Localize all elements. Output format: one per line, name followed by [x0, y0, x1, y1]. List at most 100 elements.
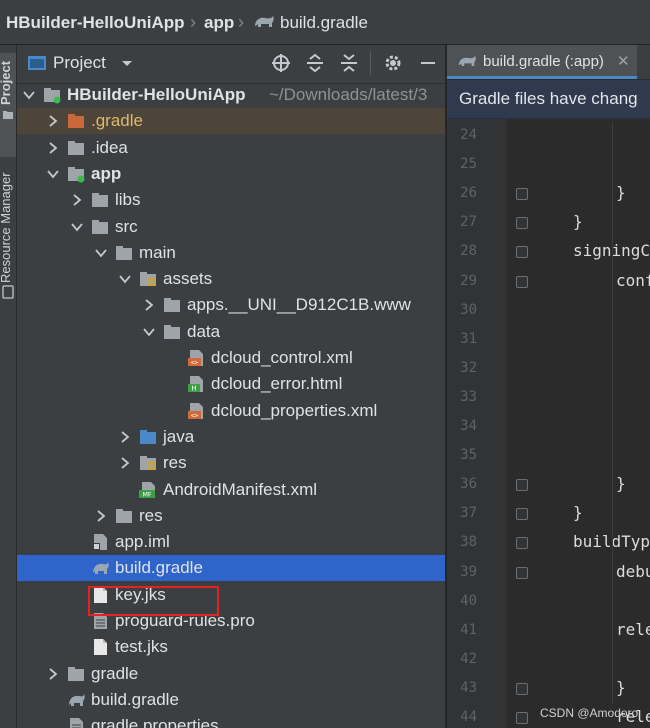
breadcrumb-project[interactable]: HBuilder-HelloUniApp	[6, 0, 185, 44]
panel-title[interactable]: Project	[53, 45, 106, 81]
tree-item[interactable]: proguard-rules.pro	[17, 608, 445, 634]
tree-item[interactable]: <> dcloud_properties.xml	[17, 398, 445, 424]
code-line: rele	[616, 619, 650, 639]
tree-item[interactable]: assets	[17, 266, 445, 292]
line-number: 33	[460, 388, 477, 405]
tree-item-label: app	[91, 163, 122, 183]
code-line: }	[616, 183, 626, 203]
project-tool-label[interactable]: Project	[0, 61, 13, 105]
tree-item[interactable]: gradle.properties	[17, 713, 445, 728]
tree-item[interactable]: data	[17, 319, 445, 345]
tree-item[interactable]: java	[17, 424, 445, 450]
chevron-right-icon[interactable]	[47, 667, 59, 680]
tree-item[interactable]: main	[17, 240, 445, 266]
tree-item[interactable]: .idea	[17, 135, 445, 161]
tree-item[interactable]: res	[17, 503, 445, 529]
code-line: }	[573, 503, 583, 523]
tab-build-gradle[interactable]: build.gradle (:app) ✕	[447, 45, 637, 79]
breadcrumb-file[interactable]: build.gradle	[280, 0, 368, 44]
file-icon	[94, 639, 107, 656]
locate-icon[interactable]	[271, 53, 291, 73]
tree-item[interactable]: key.jks	[17, 582, 445, 608]
tab-label: build.gradle (:app)	[483, 53, 604, 70]
line-number: 43	[460, 679, 477, 696]
chevron-down-icon[interactable]	[71, 221, 83, 233]
tree-item[interactable]: build.gradle	[17, 555, 445, 582]
tree-item[interactable]: HBuilder-HelloUniApp ~/Downloads/latest/3	[17, 82, 445, 108]
gradle-icon	[69, 693, 85, 706]
line-number: 39	[460, 563, 477, 580]
line-number: 31	[460, 330, 477, 347]
code-line: conf	[616, 270, 650, 290]
tool-window-strip: Project Resource Manager	[0, 45, 17, 728]
chevron-down-icon[interactable]	[121, 60, 133, 68]
chevron-right-icon[interactable]	[143, 299, 155, 312]
collapse-all-icon[interactable]	[339, 53, 359, 73]
tree-item-label: main	[139, 242, 176, 262]
fold-marker-icon[interactable]	[516, 712, 528, 724]
tree-item[interactable]: app.iml	[17, 529, 445, 555]
fold-marker-icon[interactable]	[516, 479, 528, 492]
fold-marker-icon[interactable]	[516, 508, 528, 521]
minimize-icon[interactable]	[418, 53, 438, 73]
tree-item[interactable]: .gradle	[17, 108, 445, 135]
fold-marker-icon[interactable]	[516, 217, 528, 230]
tree-item-label: app.iml	[115, 532, 170, 552]
line-number: 44	[460, 709, 477, 725]
chevron-down-icon[interactable]	[143, 326, 155, 338]
line-number: 30	[460, 301, 477, 318]
tree-item[interactable]: libs	[17, 187, 445, 213]
chevron-down-icon[interactable]	[95, 247, 107, 259]
tree-item[interactable]: gradle	[17, 661, 445, 687]
tree-item-label: .gradle	[91, 111, 143, 131]
chevron-right-icon[interactable]	[119, 431, 131, 443]
chevron-down-icon[interactable]	[47, 168, 59, 180]
tree-item-label: build.gradle	[115, 558, 203, 578]
project-panel: Project HBuilder-HelloUniApp ~/Downloads/…	[17, 45, 445, 728]
tree-item[interactable]: app	[17, 161, 445, 187]
editor-tab-bar: build.gradle (:app) ✕	[447, 45, 650, 80]
tree-item[interactable]: <> dcloud_control.xml	[17, 345, 445, 371]
chevron-right-icon[interactable]	[119, 457, 131, 469]
tree-item[interactable]: apps.__UNI__D912C1B.www	[17, 292, 445, 318]
tree-item-label: assets	[163, 269, 213, 289]
tree-item[interactable]: build.gradle	[17, 687, 445, 713]
fold-marker-icon[interactable]	[516, 275, 528, 288]
chevron-down-icon[interactable]	[23, 89, 35, 101]
project-window-icon	[28, 56, 46, 70]
chevron-right-icon[interactable]	[71, 194, 83, 206]
fold-marker-icon[interactable]	[516, 537, 528, 550]
tree-item-label: res	[139, 505, 163, 525]
source-folder-icon	[140, 429, 156, 444]
module-folder-icon	[44, 88, 61, 104]
tree-item-label: HBuilder-HelloUniApp	[67, 85, 246, 104]
chevron-right-icon[interactable]	[47, 115, 59, 127]
close-icon[interactable]: ✕	[617, 45, 630, 78]
fold-marker-icon[interactable]	[516, 188, 528, 201]
line-number: 37	[460, 505, 477, 522]
tree-item[interactable]: Hdcloud_error.html	[17, 371, 445, 397]
fold-marker-icon[interactable]	[516, 566, 528, 579]
gradle-icon	[458, 56, 476, 67]
tree-item-label: gradle	[91, 663, 139, 683]
chevron-down-icon[interactable]	[119, 273, 131, 285]
expand-all-icon[interactable]	[305, 53, 325, 73]
code-line: }	[616, 677, 626, 697]
tree-item[interactable]: src	[17, 214, 445, 240]
breadcrumb-module[interactable]: app	[204, 0, 234, 44]
chevron-right-icon[interactable]	[95, 510, 107, 522]
chevron-right-icon[interactable]	[47, 141, 59, 154]
fold-marker-icon[interactable]	[516, 246, 528, 259]
tree-item-label: dcloud_error.html	[211, 374, 343, 394]
svg-text:<>: <>	[191, 360, 199, 367]
tree-item[interactable]: MF AndroidManifest.xml	[17, 477, 445, 503]
tree-item[interactable]: test.jks	[17, 634, 445, 660]
folder-icon	[68, 140, 84, 155]
tree-item-label: res	[163, 453, 187, 473]
line-number: 25	[460, 156, 477, 173]
gear-icon[interactable]	[383, 53, 403, 73]
resource-manager-label[interactable]: Resource Manager	[0, 172, 13, 283]
tree-item[interactable]: res	[17, 450, 445, 476]
fold-marker-icon[interactable]	[516, 682, 528, 695]
folder-icon	[3, 111, 13, 119]
